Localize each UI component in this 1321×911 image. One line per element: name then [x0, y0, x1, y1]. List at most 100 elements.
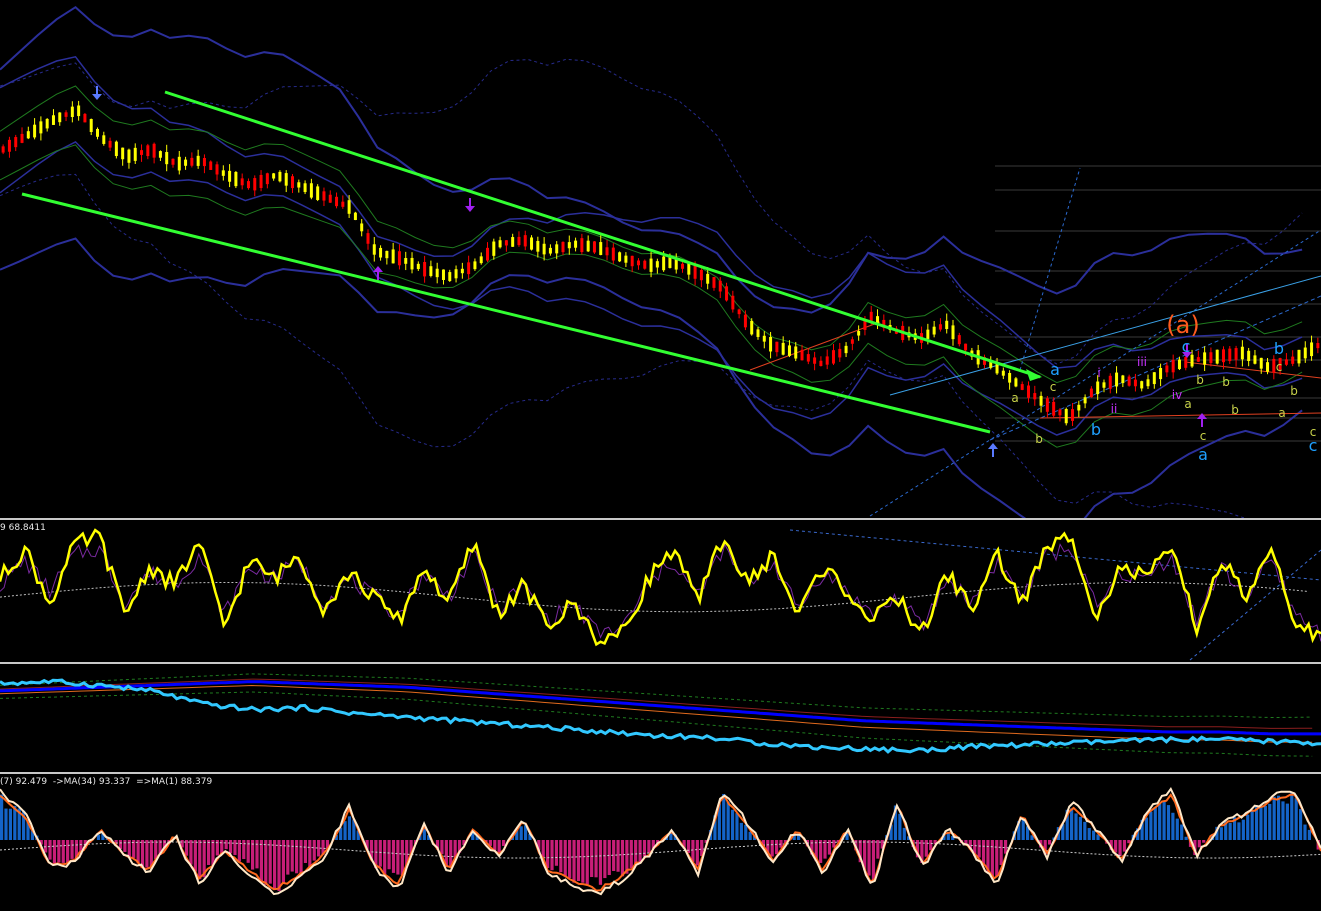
candle-body — [718, 280, 722, 292]
candle-body — [234, 172, 238, 187]
candle-body — [530, 237, 534, 250]
wave-label: (a) — [1166, 311, 1200, 339]
histogram-bar-positive — [1263, 805, 1267, 840]
candle-body — [555, 244, 559, 254]
histogram-bar-positive — [1149, 811, 1153, 840]
histogram-label: (7) 92.479 ->MA(34) 93.337 =>MA(1) 88.37… — [0, 777, 213, 787]
histogram-bar-negative — [867, 840, 871, 876]
ma-series-line — [0, 678, 1321, 754]
candle-body — [926, 329, 930, 339]
candle-body — [1001, 370, 1005, 376]
histogram-bar-negative — [1122, 840, 1127, 852]
wave-label: c — [1049, 380, 1057, 394]
histogram-bar-positive — [1144, 817, 1149, 840]
candle-body — [964, 343, 968, 351]
envelope-band-line — [0, 140, 1303, 436]
candle-body — [536, 240, 540, 252]
candle-body — [341, 201, 345, 207]
candle-body — [460, 268, 464, 274]
wave-label: b — [1090, 420, 1102, 439]
histogram-bar-negative — [501, 840, 506, 846]
candle-body — [1184, 357, 1188, 368]
histogram-bar-positive — [4, 808, 8, 840]
candle-body — [1039, 395, 1043, 406]
histogram-bar-positive — [1162, 801, 1166, 840]
ma-ribbon-pane[interactable] — [0, 664, 1321, 772]
histogram-bar-positive — [1180, 824, 1184, 840]
histogram-bar-positive — [1092, 830, 1096, 840]
candle-body — [712, 277, 716, 288]
histogram-bar-positive — [13, 805, 17, 840]
candle-body — [775, 341, 779, 353]
candle-body — [202, 157, 206, 167]
histogram-bar-negative — [1047, 840, 1052, 845]
wave-label: i — [1097, 366, 1101, 380]
wave-label: b — [1290, 384, 1298, 398]
candle-body — [561, 241, 565, 253]
candle-body — [1303, 347, 1307, 359]
candle-body — [649, 258, 653, 272]
candle-body — [1089, 388, 1093, 398]
candle-body — [429, 266, 433, 276]
histogram-bar-negative — [189, 840, 193, 865]
histogram-bar-negative — [70, 840, 74, 859]
candle-body — [96, 128, 100, 137]
price-pane[interactable]: (a) a c b b a c i ii iii iv a b c a b b c c b a c b — [0, 0, 1321, 518]
candle-body — [1071, 409, 1075, 421]
candle-body — [127, 149, 131, 163]
histogram-bar-negative — [572, 840, 576, 883]
candle-body — [618, 252, 622, 262]
candle-body — [291, 176, 295, 189]
histogram-bar-negative — [563, 840, 567, 877]
fan-dotted-line — [1019, 167, 1081, 371]
histogram-bar-positive — [744, 824, 748, 840]
candle-body — [473, 261, 477, 270]
candle-body — [83, 113, 87, 123]
histogram-bar-positive — [1241, 819, 1245, 840]
candle-body — [750, 320, 754, 335]
price-chart[interactable] — [0, 0, 1321, 518]
ma-ribbon-chart[interactable] — [0, 664, 1321, 772]
histogram-bar-positive — [1166, 805, 1171, 840]
candle-body — [479, 256, 483, 264]
histogram-bar-negative — [603, 840, 607, 879]
wave-label: a — [1011, 391, 1019, 405]
oscillator-pane[interactable]: 9 68.8411 — [0, 520, 1321, 662]
candle-body — [51, 115, 55, 125]
histogram-bar-negative — [140, 840, 145, 867]
ma-series-line — [0, 680, 1321, 736]
candle-body — [951, 325, 955, 340]
histogram-bar-negative — [52, 840, 57, 865]
histogram-chart[interactable] — [0, 774, 1321, 911]
candle-body — [353, 212, 357, 221]
candle-body — [171, 158, 175, 165]
candle-body — [1171, 359, 1175, 373]
candle-body — [611, 247, 615, 261]
histogram-bar-negative — [598, 840, 603, 885]
histogram-bar-negative — [48, 840, 52, 860]
histogram-bar-positive — [1158, 803, 1162, 840]
oscillator-chart[interactable] — [0, 520, 1321, 662]
histogram-bar-positive — [519, 826, 523, 840]
candle-body — [1266, 362, 1270, 372]
candle-body — [347, 200, 351, 214]
histogram-bar-negative — [568, 840, 572, 879]
histogram-bar-negative — [638, 840, 642, 863]
candle-body — [1058, 409, 1062, 416]
histogram-bar-negative — [691, 840, 695, 862]
candle-body — [184, 159, 188, 166]
candle-body — [140, 150, 144, 155]
candle-body — [1127, 376, 1131, 386]
candle-body — [7, 139, 11, 152]
histogram-bar-positive — [1259, 806, 1263, 840]
histogram-pane[interactable]: (7) 92.479 ->MA(34) 93.337 =>MA(1) 88.37… — [0, 774, 1321, 911]
histogram-bar-negative — [387, 840, 391, 870]
histogram-bar-positive — [726, 801, 730, 840]
histogram-bar-negative — [585, 840, 589, 885]
candle-body — [335, 196, 339, 207]
histogram-bar-negative — [57, 840, 61, 863]
histogram-bar-negative — [193, 840, 197, 872]
candle-body — [737, 309, 741, 315]
candle-body — [511, 237, 515, 247]
candle-body — [1190, 354, 1194, 367]
